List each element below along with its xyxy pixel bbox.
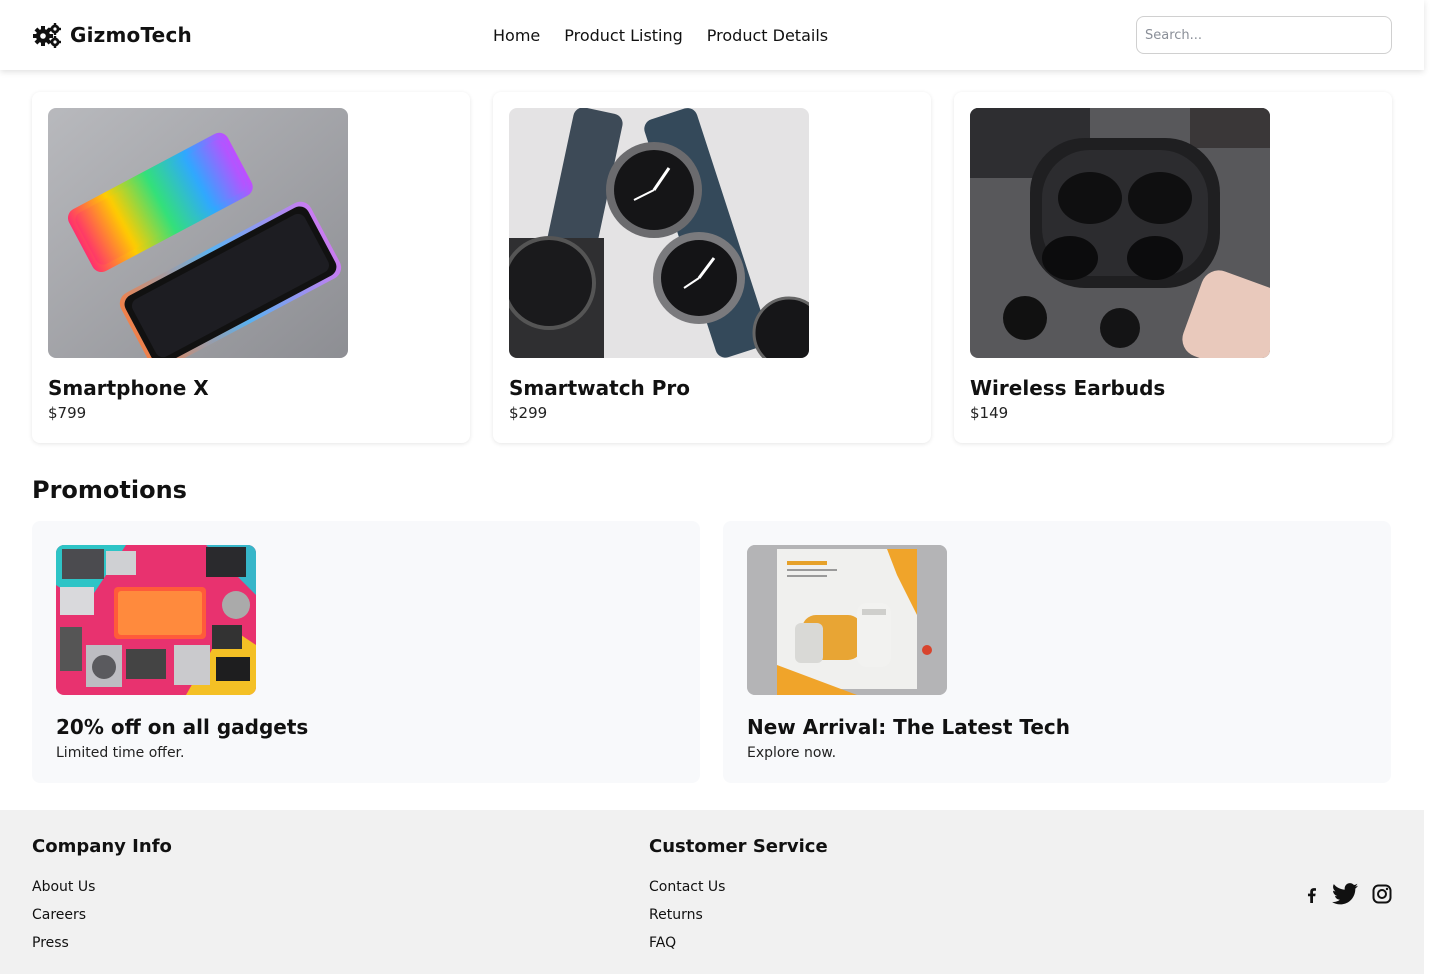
smartphone-image [48, 108, 348, 358]
footer-company-title: Company Info [32, 836, 172, 857]
product-name: Wireless Earbuds [970, 376, 1166, 400]
footer-customer-service: Customer Service Contact Us Returns FAQ [649, 836, 1266, 974]
earbuds-image [970, 108, 1270, 358]
product-price: $799 [48, 404, 87, 422]
nav-product-details[interactable]: Product Details [707, 26, 828, 45]
nav-product-listing[interactable]: Product Listing [564, 26, 683, 45]
product-name: Smartphone X [48, 376, 209, 400]
promotions-list: 20% off on all gadgets Limited time offe… [0, 504, 1424, 783]
gears-icon [32, 22, 62, 48]
footer-link-faq[interactable]: FAQ [649, 929, 1266, 957]
nav-home[interactable]: Home [493, 26, 540, 45]
facebook-icon[interactable] [1306, 884, 1318, 904]
footer-link-press[interactable]: Press [32, 929, 649, 957]
main-nav: Home Product Listing Product Details [493, 26, 828, 45]
logo-text: GizmoTech [70, 23, 192, 47]
product-card[interactable]: Smartphone X $799 [32, 92, 470, 443]
gadgets-sale-image [56, 545, 256, 695]
promo-heading: 20% off on all gadgets [56, 715, 309, 739]
smartwatch-image [509, 108, 809, 358]
logo[interactable]: GizmoTech [32, 22, 452, 48]
site-header: GizmoTech Home Product Listing Product D… [0, 0, 1424, 70]
footer-link-contact-us[interactable]: Contact Us [649, 873, 1266, 901]
promo-subtext: Explore now. [747, 745, 837, 761]
promo-subtext: Limited time offer. [56, 745, 185, 761]
search-input[interactable] [1136, 16, 1392, 54]
product-card[interactable]: Smartwatch Pro $299 [493, 92, 931, 443]
social-links [1306, 880, 1392, 908]
new-arrival-image [747, 545, 947, 695]
product-price: $149 [970, 404, 1009, 422]
promotions-title: Promotions [32, 476, 187, 504]
instagram-icon[interactable] [1372, 884, 1392, 904]
footer-service-title: Customer Service [649, 836, 828, 857]
product-price: $299 [509, 404, 548, 422]
page: GizmoTech Home Product Listing Product D… [0, 0, 1424, 783]
product-card[interactable]: Wireless Earbuds $149 [954, 92, 1392, 443]
footer-link-returns[interactable]: Returns [649, 901, 1266, 929]
promo-card[interactable]: New Arrival: The Latest Tech Explore now… [723, 521, 1391, 783]
product-name: Smartwatch Pro [509, 376, 691, 400]
footer-company-info: Company Info About Us Careers Press [32, 836, 649, 974]
footer-link-careers[interactable]: Careers [32, 901, 649, 929]
twitter-icon[interactable] [1332, 883, 1358, 905]
promo-heading: New Arrival: The Latest Tech [747, 715, 1070, 739]
footer-link-about-us[interactable]: About Us [32, 873, 649, 901]
site-footer: Company Info About Us Careers Press Cust… [0, 810, 1424, 974]
promo-card[interactable]: 20% off on all gadgets Limited time offe… [32, 521, 700, 783]
product-grid: Smartphone X $799 Smartwatch Pro $299 Wi… [0, 70, 1424, 443]
